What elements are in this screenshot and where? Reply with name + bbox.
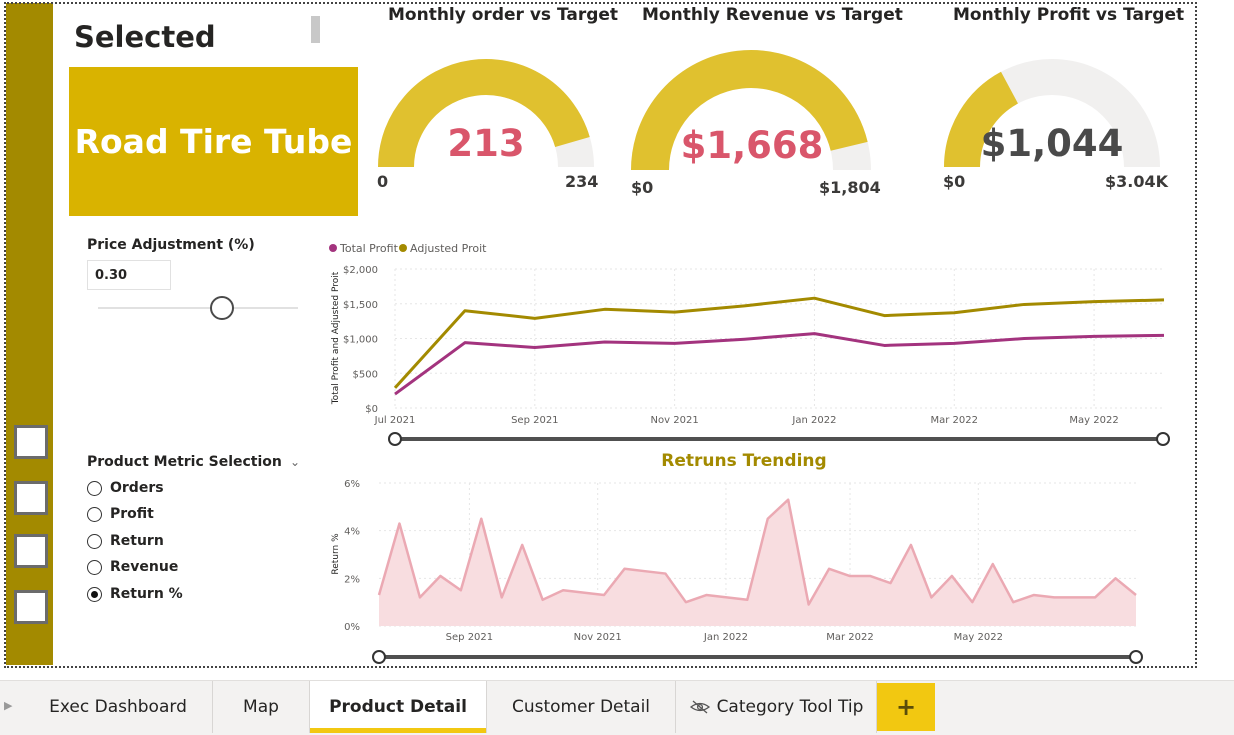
area-chart-range-handle-start[interactable] xyxy=(372,650,386,664)
area-chart-range-handle-end[interactable] xyxy=(1129,650,1143,664)
price-slider-thumb[interactable] xyxy=(210,296,234,320)
radio-button-selected[interactable] xyxy=(87,586,102,602)
profit-line-chart[interactable]: Total Profit Adjusted Proit Total Profit… xyxy=(320,236,1180,451)
tab-label: Map xyxy=(243,697,279,717)
gauge-profit-title: Monthly Profit vs Target xyxy=(953,5,1185,25)
report-canvas: Selected Road Tire Tube Monthly order vs… xyxy=(0,0,1234,735)
x-tick-label: May 2022 xyxy=(954,632,1003,643)
y-tick-label: 0% xyxy=(344,622,360,633)
price-slider-track[interactable] xyxy=(98,307,298,309)
line-chart-range-handle-start[interactable] xyxy=(388,432,402,446)
x-tick-label: Jan 2022 xyxy=(703,632,748,643)
line-chart-y-ticks: $0 $500 $1,000 $1,500 $2,000 xyxy=(343,265,378,415)
x-tick-label: Sep 2021 xyxy=(446,632,493,643)
price-adjustment-label: Price Adjustment (%) xyxy=(87,237,255,253)
y-tick-label: 6% xyxy=(344,479,360,490)
gauge-revenue-value: $1,668 xyxy=(680,124,824,167)
tab-label: Customer Detail xyxy=(511,697,651,717)
radio-label: Orders xyxy=(110,480,164,496)
gauge-profit-max: $3.04K xyxy=(1105,172,1169,191)
tab-label: Exec Dashboard xyxy=(49,697,187,717)
tab-map[interactable]: Map xyxy=(213,681,310,733)
hidden-eye-icon xyxy=(689,700,710,714)
gauge-orders-max: 234 xyxy=(565,172,599,191)
tab-exec-dashboard[interactable]: Exec Dashboard xyxy=(24,681,213,733)
radio-button[interactable] xyxy=(87,506,102,522)
area-chart-y-ticks: 0% 2% 4% 6% xyxy=(344,479,360,633)
x-tick-label: Mar 2022 xyxy=(826,632,874,643)
tab-category-tool-tip[interactable]: Category Tool Tip xyxy=(676,681,877,733)
legend-marker-adjusted-profit xyxy=(399,244,407,252)
page-tab-bar: ▶ Exec Dashboard Map Product Detail Cust… xyxy=(0,680,1234,735)
radio-label: Revenue xyxy=(110,559,179,575)
radio-label: Return % xyxy=(110,586,183,602)
nav-button-3[interactable] xyxy=(14,534,48,568)
radio-option-return-pct[interactable]: Return % xyxy=(87,584,183,604)
nav-button-4[interactable] xyxy=(14,590,48,624)
x-tick-label: Sep 2021 xyxy=(511,415,558,426)
tab-scroll-left-icon[interactable]: ▶ xyxy=(4,699,12,712)
area-chart-x-ticks: Sep 2021 Nov 2021 Jan 2022 Mar 2022 May 2022 xyxy=(446,632,1003,643)
y-tick-label: $2,000 xyxy=(343,265,378,276)
add-page-button[interactable]: + xyxy=(877,683,935,731)
tab-label: Product Detail xyxy=(329,697,467,717)
selected-title: Selected xyxy=(74,20,216,54)
radio-label: Return xyxy=(110,533,164,549)
tab-customer-detail[interactable]: Customer Detail xyxy=(487,681,676,733)
radio-button[interactable] xyxy=(87,559,102,575)
line-chart-range-handle-end[interactable] xyxy=(1156,432,1170,446)
gauge-orders-title: Monthly order vs Target xyxy=(388,5,619,25)
returns-area-chart[interactable]: Retruns Trending Return % 0% 2% 4% 6% Sep 2… xyxy=(320,446,1160,668)
area-chart-y-axis-label: Return % xyxy=(331,533,341,575)
x-tick-label: Nov 2021 xyxy=(574,632,622,643)
radio-label: Profit xyxy=(110,506,154,522)
area-chart-series xyxy=(377,498,1137,626)
tab-label: Category Tool Tip xyxy=(716,697,864,717)
radio-option-return[interactable]: Return xyxy=(87,531,164,551)
legend-label-total-profit: Total Profit xyxy=(339,242,399,255)
radio-button[interactable] xyxy=(87,480,102,496)
series-line-adjusted-proit xyxy=(393,296,1165,389)
nav-button-2[interactable] xyxy=(14,481,48,515)
gauge-profit-min: $0 xyxy=(943,172,966,191)
series-line-total-profit xyxy=(394,332,1165,396)
legend-marker-total-profit xyxy=(329,244,337,252)
radio-option-revenue[interactable]: Revenue xyxy=(87,557,178,577)
legend-label-adjusted-profit: Adjusted Proit xyxy=(410,242,487,255)
y-tick-label: $0 xyxy=(365,404,378,415)
product-name: Road Tire Tube xyxy=(74,122,353,161)
gauge-revenue-min: $0 xyxy=(631,178,654,197)
y-tick-label: 4% xyxy=(344,527,360,538)
radio-option-orders[interactable]: Orders xyxy=(87,478,164,498)
right-margin xyxy=(1199,0,1234,680)
radio-option-profit[interactable]: Profit xyxy=(87,504,154,524)
gauge-orders-value: 213 xyxy=(447,122,525,165)
line-chart-series xyxy=(393,296,1165,396)
gauge-profit-value: $1,044 xyxy=(980,122,1124,165)
returns-chart-title: Retruns Trending xyxy=(661,451,826,471)
line-chart-x-ticks: Jul 2021 Sep 2021 Nov 2021 Jan 2022 Mar 2022… xyxy=(374,415,1119,426)
selected-product-card: Road Tire Tube xyxy=(69,67,358,216)
gauge-revenue-max: $1,804 xyxy=(819,178,881,197)
tab-product-detail[interactable]: Product Detail xyxy=(310,681,487,733)
metric-selection-label: Product Metric Selection xyxy=(87,454,282,470)
x-tick-label: Jul 2021 xyxy=(374,415,416,426)
x-tick-label: Mar 2022 xyxy=(931,415,979,426)
y-tick-label: $1,500 xyxy=(343,300,378,311)
gauge-revenue-title: Monthly Revenue vs Target xyxy=(642,5,903,25)
x-tick-label: May 2022 xyxy=(1069,415,1118,426)
x-tick-label: Jan 2022 xyxy=(791,415,836,426)
nav-button-1[interactable] xyxy=(14,425,48,459)
price-adjustment-input[interactable]: 0.30 xyxy=(87,260,171,290)
scroll-indicator[interactable] xyxy=(311,16,320,43)
line-chart-y-axis-label: Total Profit and Adjusted Proit xyxy=(331,271,341,405)
x-tick-label: Nov 2021 xyxy=(651,415,699,426)
gauge-orders-min: 0 xyxy=(377,172,389,191)
radio-button[interactable] xyxy=(87,533,102,549)
chevron-down-icon[interactable]: ⌄ xyxy=(290,455,300,469)
y-tick-label: $1,000 xyxy=(343,335,378,346)
y-tick-label: 2% xyxy=(344,574,360,585)
y-tick-label: $500 xyxy=(353,369,378,380)
